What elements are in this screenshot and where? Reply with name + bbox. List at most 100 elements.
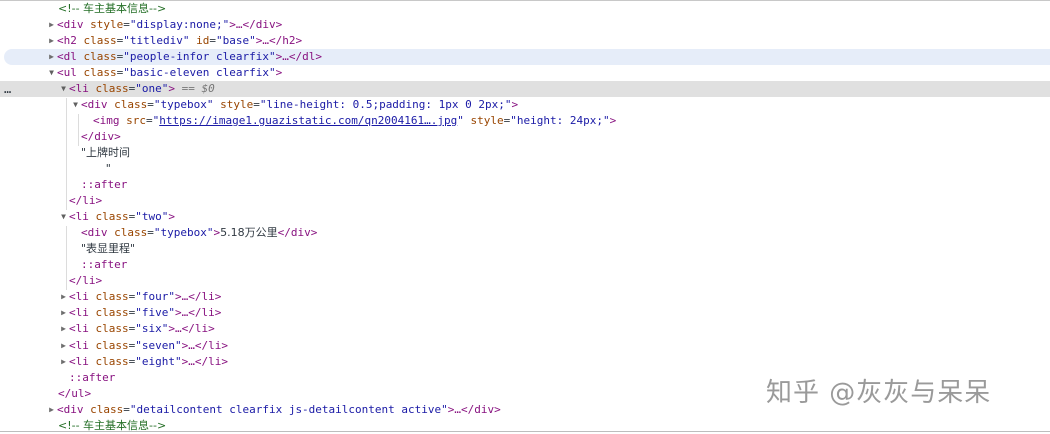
attr-name: class <box>95 339 129 352</box>
triangle-down-icon[interactable]: ▼ <box>58 81 69 97</box>
dom-node-li-four[interactable]: ▶ <li class="four">…</li> <box>0 289 1050 305</box>
tag-open: <div <box>57 403 84 416</box>
tag-open: <h2 <box>57 34 77 47</box>
tag-close: >…</li> <box>175 306 222 319</box>
triangle-down-icon[interactable]: ▼ <box>58 209 69 225</box>
attr-value: "people-infor clearfix" <box>123 50 276 63</box>
text-content: 5.18万公里 <box>220 226 278 239</box>
tag-open: <li <box>69 290 89 303</box>
tag-open: <dl <box>57 50 77 63</box>
attr-name: class <box>95 290 129 303</box>
tag-close: > <box>609 114 617 127</box>
attr-name: class <box>114 226 148 239</box>
dom-node-comment[interactable]: <!-- 车主基本信息--> <box>0 1 1050 17</box>
dom-node-img[interactable]: <img src="https://image1.guazistatic.com… <box>0 113 1050 129</box>
attr-name: class <box>114 98 148 111</box>
tag-open: <li <box>69 322 89 335</box>
tag-close: </div> <box>277 226 318 239</box>
attr-value: "five" <box>135 306 175 319</box>
dom-node-li-five[interactable]: ▶ <li class="five">…</li> <box>0 305 1050 321</box>
text-content: "表显里程" <box>81 242 136 255</box>
attr-value: "basic-eleven clearfix" <box>123 66 276 79</box>
tag-open: <div <box>57 18 84 31</box>
triangle-right-icon[interactable]: ▶ <box>58 305 69 321</box>
dom-node-li-six[interactable]: ▶ <li class="six">…</li> <box>0 321 1050 337</box>
triangle-right-icon[interactable]: ▶ <box>46 33 57 49</box>
tag-close: >…</li> <box>181 339 228 352</box>
dom-node-text[interactable]: "表显里程" <box>0 241 1050 257</box>
tag-close: > <box>168 82 175 95</box>
dom-node-li-one-selected[interactable]: … ▼ <li class="one"> == $0 <box>0 81 1050 97</box>
triangle-right-icon[interactable]: ▶ <box>46 49 57 65</box>
dom-node-div-typebox-text[interactable]: <div class="typebox">5.18万公里</div> <box>0 225 1050 241</box>
attr-value: "typebox" <box>153 98 214 111</box>
dom-node-li-close[interactable]: </li> <box>0 193 1050 209</box>
attr-value: "line-height: 0.5;padding: 1px 0 2px;" <box>259 98 512 111</box>
tag-close: </ul> <box>58 387 92 400</box>
tag-open: <li <box>69 355 89 368</box>
attr-value: "base" <box>215 34 256 47</box>
triangle-down-icon[interactable]: ▼ <box>46 65 57 81</box>
tag-close: >…</div> <box>229 18 283 31</box>
dom-node-li-close[interactable]: </li> <box>0 273 1050 289</box>
attr-value: "typebox" <box>153 226 214 239</box>
attr-name: class <box>95 355 129 368</box>
attr-name: id <box>196 34 210 47</box>
tag-open: <div <box>81 98 108 111</box>
tag-close: >…</dl> <box>275 50 322 63</box>
text-content: " <box>105 162 112 175</box>
dom-node-div-close[interactable]: </div> <box>0 129 1050 145</box>
dom-node-text-end[interactable]: " <box>0 161 1050 177</box>
tag-open: <li <box>69 306 89 319</box>
dom-node-li-two[interactable]: ▼ <li class="two"> <box>0 209 1050 225</box>
tag-close: </li> <box>69 194 103 207</box>
triangle-right-icon[interactable]: ▶ <box>46 402 57 418</box>
triangle-right-icon[interactable]: ▶ <box>58 354 69 370</box>
dom-node-ul[interactable]: ▼ <ul class="basic-eleven clearfix"> <box>0 65 1050 81</box>
attr-value: "six" <box>135 322 169 335</box>
attr-name: src <box>126 114 146 127</box>
triangle-right-icon[interactable]: ▶ <box>58 338 69 354</box>
dom-node-div-typebox[interactable]: ▼ <div class="typebox" style="line-height… <box>0 97 1050 113</box>
attr-name: class <box>83 66 117 79</box>
dom-node-dl-hovered[interactable]: ▶ <dl class="people-infor clearfix">…</dl… <box>4 49 1050 65</box>
tag-close: > <box>168 210 175 223</box>
triangle-right-icon[interactable]: ▶ <box>58 321 69 337</box>
tag-close: >…</li> <box>175 290 222 303</box>
pseudo-element: ::after <box>69 371 116 384</box>
attr-name: style <box>220 98 254 111</box>
attr-name: class <box>95 82 129 95</box>
attr-name: class <box>95 306 129 319</box>
tag-open: <div <box>81 226 108 239</box>
tag-open: <li <box>69 339 89 352</box>
dom-node-text[interactable]: "上牌时间 <box>0 145 1050 161</box>
image-src-link[interactable]: https://image1.guazistatic.com/qn2004161… <box>159 114 457 127</box>
attr-value: "eight" <box>135 355 182 368</box>
triangle-right-icon[interactable]: ▶ <box>46 17 57 33</box>
pseudo-element: ::after <box>81 258 128 271</box>
tag-open: <li <box>69 82 89 95</box>
attr-value: "two" <box>135 210 169 223</box>
more-options-icon[interactable]: … <box>4 81 12 97</box>
attr-value: "height: 24px;" <box>510 114 610 127</box>
attr-name: class <box>90 403 124 416</box>
tag-open: <li <box>69 210 89 223</box>
attr-name: class <box>95 210 129 223</box>
triangle-down-icon[interactable]: ▼ <box>70 97 81 113</box>
attr-value: "four" <box>135 290 175 303</box>
attr-name: class <box>83 50 117 63</box>
dom-node-pseudo-after[interactable]: ::after <box>0 177 1050 193</box>
dom-node-li-eight[interactable]: ▶ <li class="eight">…</li> <box>0 354 1050 370</box>
dom-node-pseudo-after[interactable]: ::after <box>0 257 1050 273</box>
attr-value: "one" <box>135 82 169 95</box>
dom-node-div-hidden[interactable]: ▶ <div style="display:none;">…</div> <box>0 17 1050 33</box>
dom-node-li-seven[interactable]: ▶ <li class="seven">…</li> <box>0 338 1050 354</box>
tag-close: >…</li> <box>168 322 215 335</box>
tag-close: > <box>275 66 283 79</box>
dom-node-h2[interactable]: ▶ <h2 class="titlediv" id="base">…</h2> <box>0 33 1050 49</box>
attr-value: "detailcontent clearfix js-detailcontent… <box>129 403 448 416</box>
triangle-right-icon[interactable]: ▶ <box>58 289 69 305</box>
attr-value: "display:none;" <box>129 18 230 31</box>
attr-value-quote: " <box>457 114 464 127</box>
tag-close: >…</div> <box>447 403 501 416</box>
